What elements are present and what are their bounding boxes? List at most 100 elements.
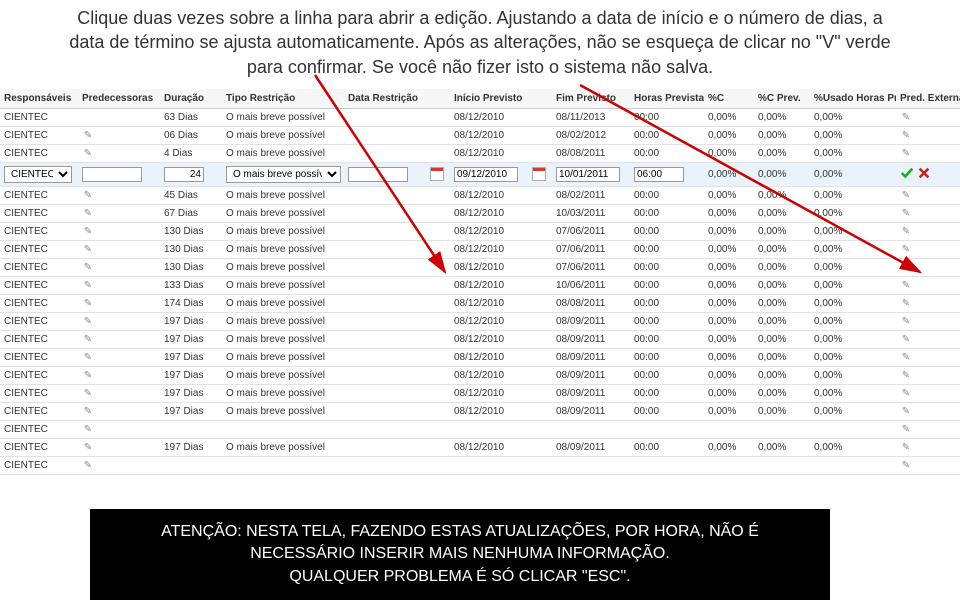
cell-pred[interactable]: ✎: [78, 126, 160, 144]
pencil-icon[interactable]: ✎: [900, 148, 912, 159]
pencil-icon[interactable]: ✎: [900, 388, 912, 399]
cell-pred[interactable]: [78, 162, 160, 186]
pencil-icon[interactable]: ✎: [82, 190, 94, 201]
ini-input[interactable]: [454, 167, 518, 182]
cell-pred[interactable]: ✎: [78, 186, 160, 204]
cell-ext[interactable]: ✎: [896, 294, 960, 312]
cell-pred[interactable]: ✎: [78, 240, 160, 258]
col-c-prev[interactable]: %C Prev.: [754, 89, 810, 109]
cell-pred[interactable]: ✎: [78, 294, 160, 312]
col-inicio-previsto[interactable]: Início Previsto: [450, 89, 528, 109]
pencil-icon[interactable]: ✎: [82, 406, 94, 417]
cell-pred[interactable]: ✎: [78, 144, 160, 162]
cell-ext[interactable]: ✎: [896, 420, 960, 438]
table-row[interactable]: CIENTEC✎✎: [0, 456, 960, 474]
col-predecessoras[interactable]: Predecessoras: [78, 89, 160, 109]
pencil-icon[interactable]: ✎: [82, 352, 94, 363]
pencil-icon[interactable]: ✎: [900, 406, 912, 417]
col-fim-previsto[interactable]: Fim Previsto: [552, 89, 630, 109]
table-row[interactable]: CIENTEC✎67 DiasO mais breve possível08/1…: [0, 204, 960, 222]
cell-ext[interactable]: ✎: [896, 348, 960, 366]
pencil-icon[interactable]: ✎: [82, 244, 94, 255]
col-responsaveis[interactable]: Responsáveis: [0, 89, 78, 109]
cell-cal2[interactable]: [528, 162, 552, 186]
cell-ext[interactable]: ✎: [896, 126, 960, 144]
pencil-icon[interactable]: ✎: [82, 424, 94, 435]
table-row[interactable]: CIENTEC✎45 DiasO mais breve possível08/1…: [0, 186, 960, 204]
table-row[interactable]: CIENTEC63 DiasO mais breve possível08/12…: [0, 108, 960, 126]
table-row[interactable]: CIENTEC✎130 DiasO mais breve possível08/…: [0, 222, 960, 240]
cell-pred[interactable]: ✎: [78, 420, 160, 438]
col-c[interactable]: %C: [704, 89, 754, 109]
cell-ext[interactable]: ✎: [896, 222, 960, 240]
table-row[interactable]: CIENTEC✎130 DiasO mais breve possível08/…: [0, 258, 960, 276]
cell-ext[interactable]: ✎: [896, 186, 960, 204]
pencil-icon[interactable]: ✎: [82, 370, 94, 381]
table-row[interactable]: CIENTECO mais breve possível0,00%0,00%0,…: [0, 162, 960, 186]
cell-ext[interactable]: ✎: [896, 258, 960, 276]
pencil-icon[interactable]: ✎: [900, 316, 912, 327]
col-usado-horas[interactable]: %Usado Horas Prev.: [810, 89, 896, 109]
col-duracao[interactable]: Duração: [160, 89, 222, 109]
cell-ext[interactable]: ✎: [896, 204, 960, 222]
fim-input[interactable]: [556, 167, 620, 182]
cell-ext[interactable]: ✎: [896, 402, 960, 420]
cell-pred[interactable]: ✎: [78, 366, 160, 384]
pencil-icon[interactable]: ✎: [900, 370, 912, 381]
cell-ext[interactable]: ✎: [896, 240, 960, 258]
pencil-icon[interactable]: ✎: [900, 298, 912, 309]
hp-input[interactable]: [634, 167, 684, 182]
table-row[interactable]: CIENTEC✎4 DiasO mais breve possível08/12…: [0, 144, 960, 162]
cell-ext[interactable]: ✎: [896, 438, 960, 456]
pencil-icon[interactable]: ✎: [82, 280, 94, 291]
table-row[interactable]: CIENTEC✎174 DiasO mais breve possível08/…: [0, 294, 960, 312]
pencil-icon[interactable]: ✎: [900, 460, 912, 471]
pencil-icon[interactable]: ✎: [82, 226, 94, 237]
cell-pred[interactable]: ✎: [78, 204, 160, 222]
cell-pred[interactable]: ✎: [78, 384, 160, 402]
pencil-icon[interactable]: ✎: [900, 244, 912, 255]
cell-ext[interactable]: ✎: [896, 144, 960, 162]
cancel-icon[interactable]: [917, 166, 931, 180]
table-row[interactable]: CIENTEC✎197 DiasO mais breve possível08/…: [0, 366, 960, 384]
pencil-icon[interactable]: ✎: [82, 130, 94, 141]
pencil-icon[interactable]: ✎: [900, 208, 912, 219]
pencil-icon[interactable]: ✎: [82, 316, 94, 327]
pencil-icon[interactable]: ✎: [900, 262, 912, 273]
calendar-icon[interactable]: [532, 167, 546, 181]
pencil-icon[interactable]: ✎: [900, 442, 912, 453]
table-row[interactable]: CIENTEC✎197 DiasO mais breve possível08/…: [0, 348, 960, 366]
dr-input[interactable]: [348, 167, 408, 182]
cell-pred[interactable]: ✎: [78, 438, 160, 456]
pencil-icon[interactable]: ✎: [900, 112, 912, 123]
cell-dr[interactable]: [344, 162, 426, 186]
pencil-icon[interactable]: ✎: [82, 298, 94, 309]
pencil-icon[interactable]: ✎: [900, 226, 912, 237]
cell-pred[interactable]: ✎: [78, 276, 160, 294]
cell-pred[interactable]: ✎: [78, 456, 160, 474]
cell-pred[interactable]: ✎: [78, 312, 160, 330]
cell-ext[interactable]: ✎: [896, 108, 960, 126]
col-tipo-restricao[interactable]: Tipo Restrição: [222, 89, 344, 109]
cell-dur[interactable]: [160, 162, 222, 186]
col-data-restricao[interactable]: Data Restrição: [344, 89, 426, 109]
tipo-select[interactable]: O mais breve possível: [226, 166, 341, 183]
cell-pred[interactable]: ✎: [78, 258, 160, 276]
pencil-icon[interactable]: ✎: [82, 388, 94, 399]
pred-input[interactable]: [82, 167, 142, 182]
cell-fim[interactable]: [552, 162, 630, 186]
pencil-icon[interactable]: ✎: [900, 334, 912, 345]
cell-ext[interactable]: ✎: [896, 330, 960, 348]
cell-pred[interactable]: ✎: [78, 330, 160, 348]
pencil-icon[interactable]: ✎: [900, 190, 912, 201]
cell-pred[interactable]: ✎: [78, 402, 160, 420]
cell-pred[interactable]: ✎: [78, 222, 160, 240]
pencil-icon[interactable]: ✎: [82, 262, 94, 273]
cell-pred[interactable]: ✎: [78, 348, 160, 366]
cell-actions[interactable]: [896, 162, 960, 186]
table-row[interactable]: CIENTEC✎133 DiasO mais breve possível08/…: [0, 276, 960, 294]
cell-ext[interactable]: ✎: [896, 456, 960, 474]
pencil-icon[interactable]: ✎: [900, 424, 912, 435]
pencil-icon[interactable]: ✎: [82, 148, 94, 159]
cell-hp[interactable]: [630, 162, 704, 186]
